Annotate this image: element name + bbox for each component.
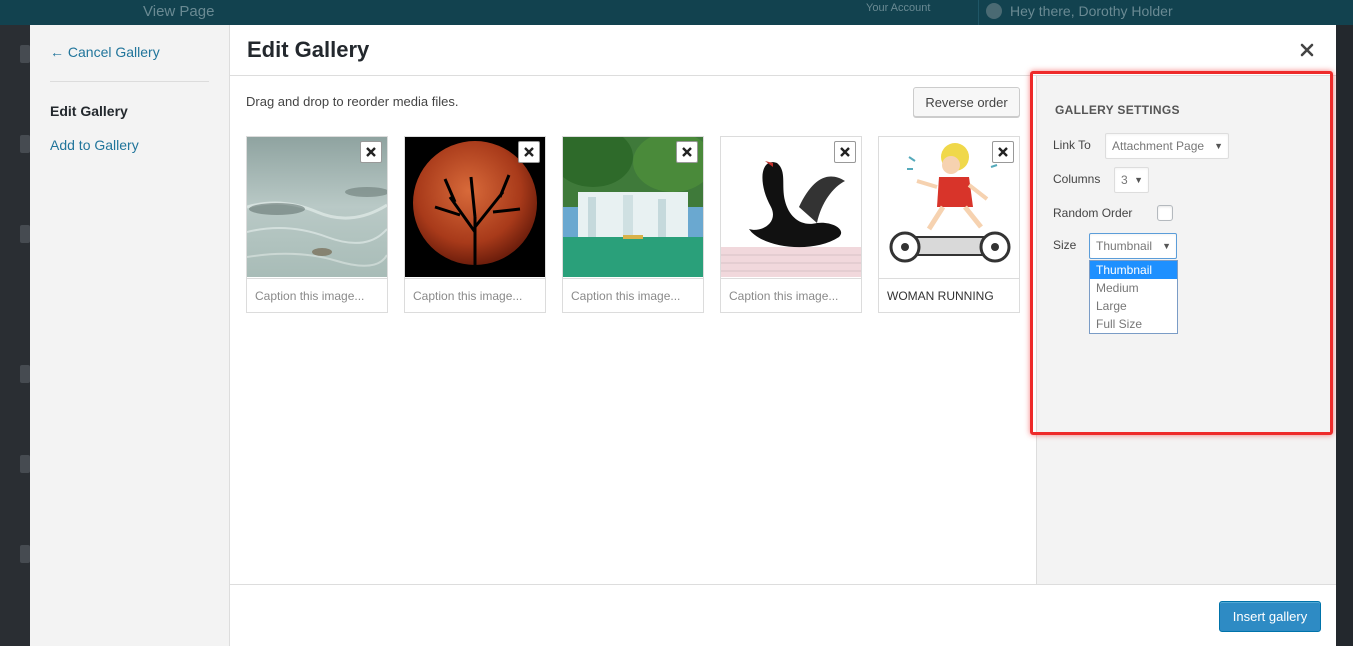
your-account-link[interactable]: Your Account	[866, 2, 930, 14]
close-icon	[524, 147, 534, 157]
menu-item-add-to-gallery[interactable]: Add to Gallery	[50, 137, 139, 153]
size-option-thumbnail[interactable]: Thumbnail	[1090, 261, 1177, 279]
page-title: Edit Gallery	[247, 37, 370, 62]
howdy-account[interactable]: Hey there, Dorothy Holder	[986, 3, 1173, 19]
columns-select[interactable]: 3 ▼	[1114, 167, 1149, 193]
size-dropdown-list: Thumbnail Medium Large Full Size	[1089, 260, 1178, 334]
menu-separator	[50, 81, 209, 82]
gallery-attachment[interactable]	[404, 136, 546, 313]
caption-input[interactable]	[879, 278, 1019, 312]
caption-input[interactable]	[563, 278, 703, 312]
chevron-down-icon: ▼	[1214, 141, 1223, 151]
size-select[interactable]: Thumbnail ▼	[1089, 233, 1177, 259]
remove-attachment-button[interactable]	[834, 141, 856, 163]
menu-icon[interactable]	[20, 135, 30, 153]
menu-icon[interactable]	[20, 45, 30, 63]
close-icon	[998, 147, 1008, 157]
gallery-settings-title: GALLERY SETTINGS	[1055, 103, 1180, 117]
menu-icon[interactable]	[20, 545, 30, 563]
close-button[interactable]	[1298, 41, 1316, 59]
close-icon	[366, 147, 376, 157]
gallery-settings-sidebar: GALLERY SETTINGS Link To Attachment Page…	[1036, 76, 1336, 584]
remove-attachment-button[interactable]	[360, 141, 382, 163]
caption-input[interactable]	[405, 278, 545, 312]
gallery-attachment[interactable]	[562, 136, 704, 313]
link-to-select[interactable]: Attachment Page ▼	[1105, 133, 1229, 159]
size-option-full-size[interactable]: Full Size	[1090, 315, 1177, 333]
link-to-value: Attachment Page	[1112, 139, 1205, 153]
gallery-attachment[interactable]	[720, 136, 862, 313]
close-icon	[840, 147, 850, 157]
menu-item-edit-gallery[interactable]: Edit Gallery	[50, 103, 128, 119]
caption-input[interactable]	[247, 278, 387, 312]
media-frame-menu: ← Cancel Gallery Edit Gallery Add to Gal…	[30, 25, 230, 646]
frame-title-bar: Edit Gallery	[230, 25, 1336, 76]
remove-attachment-button[interactable]	[992, 141, 1014, 163]
admin-bar-divider	[978, 0, 979, 25]
reverse-order-button[interactable]: Reverse order	[913, 87, 1020, 117]
howdy-text: Hey there, Dorothy Holder	[1010, 3, 1173, 19]
size-value: Thumbnail	[1096, 239, 1153, 253]
media-toolbar: Insert gallery	[230, 584, 1336, 646]
size-option-medium[interactable]: Medium	[1090, 279, 1177, 297]
gallery-attachment[interactable]	[878, 136, 1020, 313]
gallery-attachment[interactable]	[246, 136, 388, 313]
columns-label: Columns	[1053, 172, 1101, 186]
insert-gallery-button[interactable]: Insert gallery	[1219, 601, 1321, 632]
caption-input[interactable]	[721, 278, 861, 312]
menu-icon[interactable]	[20, 225, 30, 243]
admin-side-menu	[0, 25, 30, 646]
size-label: Size	[1053, 238, 1077, 252]
columns-value: 3	[1121, 173, 1128, 187]
menu-icon[interactable]	[20, 365, 30, 383]
link-to-label: Link To	[1053, 138, 1091, 152]
admin-bar: View Page Your Account Hey there, Doroth…	[0, 0, 1353, 25]
close-icon	[682, 147, 692, 157]
size-option-large[interactable]: Large	[1090, 297, 1177, 315]
cancel-gallery-link[interactable]: ← Cancel Gallery	[50, 44, 160, 60]
chevron-down-icon: ▼	[1162, 241, 1171, 251]
instructions-text: Drag and drop to reorder media files.	[246, 94, 459, 109]
remove-attachment-button[interactable]	[676, 141, 698, 163]
chevron-down-icon: ▼	[1134, 175, 1143, 185]
view-page-link[interactable]: View Page	[143, 3, 214, 20]
random-order-label: Random Order	[1053, 206, 1133, 220]
close-icon	[1300, 43, 1314, 57]
random-order-checkbox[interactable]	[1157, 205, 1173, 221]
gallery-content: Drag and drop to reorder media files. Re…	[230, 76, 1036, 584]
menu-icon[interactable]	[20, 455, 30, 473]
media-modal: ← Cancel Gallery Edit Gallery Add to Gal…	[30, 25, 1336, 646]
user-avatar-icon	[986, 3, 1002, 19]
remove-attachment-button[interactable]	[518, 141, 540, 163]
